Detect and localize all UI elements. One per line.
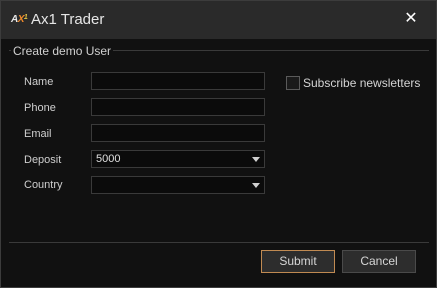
chevron-down-icon (252, 157, 260, 162)
submit-button[interactable]: Submit (261, 250, 335, 273)
app-logo-icon: AX1 (11, 14, 28, 25)
bottom-border (1, 280, 436, 287)
group-title: Create demo User (11, 44, 114, 58)
country-select[interactable] (91, 176, 265, 194)
close-icon[interactable]: ✕ (401, 9, 421, 29)
subscribe-label[interactable]: Subscribe newsletters (303, 76, 420, 90)
phone-label: Phone (24, 102, 56, 114)
cancel-button[interactable]: Cancel (342, 250, 416, 273)
deposit-label: Deposit (24, 154, 62, 166)
name-input[interactable] (91, 72, 265, 90)
window-title: Ax1 Trader (31, 11, 105, 28)
footer-divider (9, 242, 429, 243)
subscribe-checkbox[interactable] (286, 76, 300, 90)
deposit-select[interactable]: 5000 (91, 150, 265, 168)
email-input[interactable] (91, 124, 265, 142)
phone-input[interactable] (91, 98, 265, 116)
dialog-window: AX1 Ax1 Trader ✕ Create demo User Name P… (0, 0, 437, 288)
name-label: Name (24, 76, 54, 88)
deposit-value: 5000 (96, 153, 121, 165)
country-label: Country (24, 179, 63, 191)
email-label: Email (24, 128, 52, 140)
title-bar[interactable]: AX1 Ax1 Trader ✕ (1, 1, 436, 39)
chevron-down-icon (252, 183, 260, 188)
